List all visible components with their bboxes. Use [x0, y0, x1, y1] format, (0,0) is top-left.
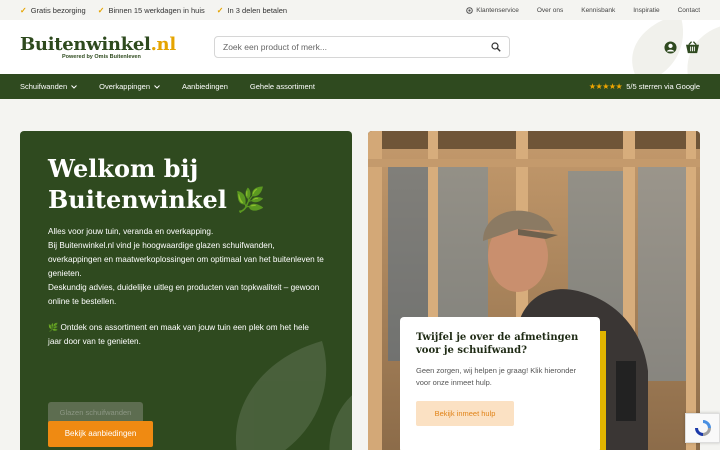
- main-nav: Schuifwanden Overkappingen Aanbiedingen …: [0, 74, 720, 99]
- link-over-ons[interactable]: Over ons: [537, 7, 563, 14]
- usp-label: In 3 delen betalen: [227, 5, 288, 15]
- usp-label: Binnen 15 werkdagen in huis: [108, 5, 205, 15]
- link-kennisbank[interactable]: Kennisbank: [581, 7, 615, 14]
- usp-item: ✓ Binnen 15 werkdagen in huis: [98, 6, 205, 15]
- logo-main: Buitenwinkel: [20, 34, 151, 55]
- link-inspiratie[interactable]: Inspiratie: [633, 7, 659, 14]
- measure-help-card: Twijfel je over de afmetingen voor je sc…: [400, 317, 600, 450]
- recaptcha-icon: [694, 420, 711, 436]
- usp-bar: ✓ Gratis bezorging ✓ Binnen 15 werkdagen i…: [0, 0, 720, 20]
- search-icon[interactable]: [491, 42, 501, 52]
- nav-label: Aanbiedingen: [182, 82, 228, 91]
- chevron-down-icon: [154, 84, 160, 89]
- main-content: Welkom bij Buitenwinkel 🌿 Alles voor jou…: [0, 99, 720, 450]
- recaptcha-badge[interactable]: [685, 413, 720, 443]
- link-label: Klantenservice: [476, 6, 519, 14]
- rating-text: 5/5 sterren via Google: [626, 82, 700, 91]
- nav-item-schuifwanden[interactable]: Schuifwanden: [20, 82, 77, 91]
- logo-tld: .nl: [150, 34, 177, 55]
- usp-list: ✓ Gratis bezorging ✓ Binnen 15 werkdagen i…: [20, 6, 287, 15]
- nav-item-aanbiedingen[interactable]: Aanbiedingen: [182, 82, 228, 91]
- hero-photo: Twijfel je over de afmetingen voor je sc…: [368, 131, 700, 450]
- chevron-down-icon: [71, 84, 77, 89]
- top-links: Klantenservice Over ons Kennisbank Inspi…: [466, 7, 700, 14]
- logo-tagline: Powered by Omis Buitenleven: [62, 54, 141, 60]
- nav-label: Schuifwanden: [20, 82, 68, 91]
- hero-line: Deskundig advies, duidelijke uitleg en p…: [48, 283, 320, 306]
- logo[interactable]: Buitenwinkel.nl Powered by Omis Buitenle…: [20, 34, 210, 60]
- star-icons: ★★★★★: [588, 82, 623, 91]
- account-icon[interactable]: [664, 40, 677, 54]
- header-icons: [664, 40, 700, 54]
- nav-item-gehele-assortiment[interactable]: Gehele assortiment: [250, 82, 315, 91]
- link-klantenservice[interactable]: Klantenservice: [466, 7, 519, 14]
- hero-intro: Alles voor jouw tuin, veranda en overkap…: [48, 225, 324, 309]
- check-icon: ✓: [20, 5, 27, 15]
- search-input[interactable]: [223, 42, 463, 52]
- hero-title: Welkom bij Buitenwinkel 🌿: [48, 154, 266, 214]
- bekijk-inmeet-hulp-button[interactable]: Bekijk inmeet hulp: [416, 401, 514, 426]
- search-box: [214, 36, 510, 58]
- usp-label: Gratis bezorging: [30, 5, 86, 15]
- support-icon: [466, 6, 474, 14]
- leaf-background-icon: [235, 341, 352, 450]
- card-title: Twijfel je over de afmetingen voor je sc…: [416, 332, 579, 356]
- check-icon: ✓: [216, 5, 224, 15]
- site-header: Buitenwinkel.nl Powered by Omis Buitenle…: [0, 20, 720, 74]
- google-rating: ★★★★★ 5/5 sterren via Google: [589, 82, 700, 91]
- check-icon: ✓: [97, 5, 105, 15]
- nav-label: Overkappingen: [99, 82, 150, 91]
- link-contact[interactable]: Contact: [678, 7, 700, 14]
- bekijk-aanbiedingen-button[interactable]: Bekijk aanbiedingen: [48, 421, 153, 447]
- cart-icon[interactable]: [685, 40, 700, 54]
- nav-label: Gehele assortiment: [249, 82, 315, 91]
- usp-item: ✓ Gratis bezorging: [20, 6, 86, 15]
- hero-line: Bij Buitenwinkel.nl vind je hoogwaardige…: [48, 241, 324, 278]
- hero-line: Alles voor jouw tuin, veranda en overkap…: [48, 227, 214, 236]
- hero-panel: Welkom bij Buitenwinkel 🌿 Alles voor jou…: [20, 131, 352, 450]
- nav-item-overkappingen[interactable]: Overkappingen: [99, 82, 160, 91]
- card-text: Geen zorgen, wij helpen je graag! Klik h…: [416, 366, 577, 387]
- usp-item: ✓ In 3 delen betalen: [217, 6, 287, 15]
